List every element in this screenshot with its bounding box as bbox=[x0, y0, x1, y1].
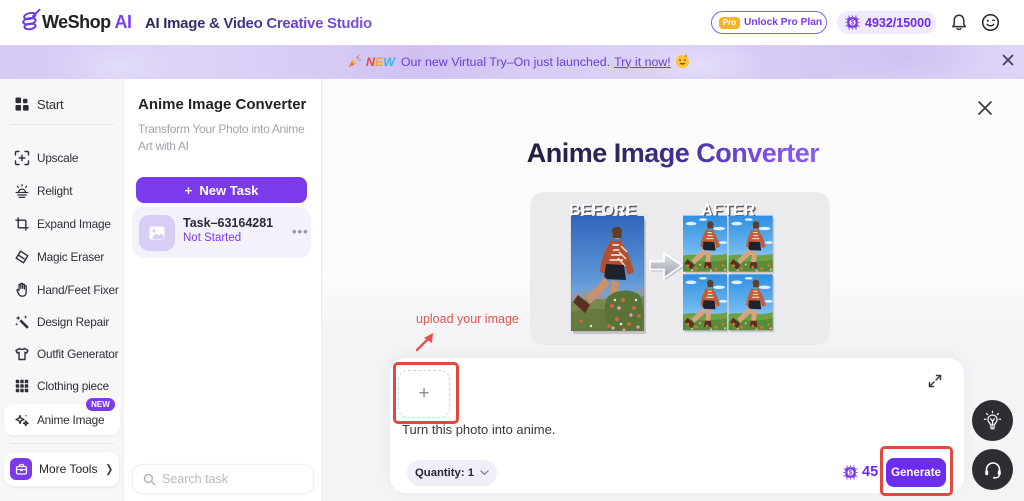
svg-text:$: $ bbox=[851, 20, 855, 27]
svg-text:$: $ bbox=[849, 469, 853, 476]
